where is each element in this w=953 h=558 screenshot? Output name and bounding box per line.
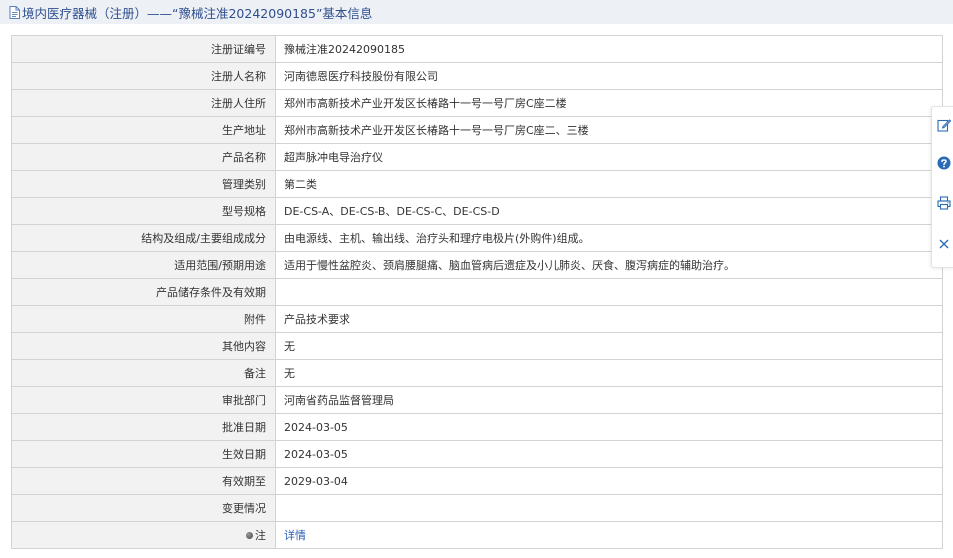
row-value: 郑州市高新技术产业开发区长椿路十一号一号厂房C座二、三楼 <box>275 116 943 144</box>
row-value <box>275 494 943 522</box>
row-label: 适用范围/预期用途 <box>11 251 276 279</box>
row-value <box>275 278 943 306</box>
table-row: 生产地址 郑州市高新技术产业开发区长椿路十一号一号厂房C座二、三楼 <box>11 116 943 144</box>
row-label: 产品储存条件及有效期 <box>11 278 276 306</box>
edit-button[interactable] <box>936 118 952 134</box>
page-header: 境内医疗器械（注册）——“豫械注准20242090185”基本信息 <box>0 0 953 24</box>
row-value: 无 <box>275 359 943 387</box>
row-label: 管理类别 <box>11 170 276 198</box>
help-icon <box>937 155 951 174</box>
row-label: 结构及组成/主要组成成分 <box>11 224 276 252</box>
note-label: 注 <box>255 529 266 542</box>
row-label: 型号规格 <box>11 197 276 225</box>
table-row: 生效日期 2024-03-05 <box>11 440 943 468</box>
row-label: 产品名称 <box>11 143 276 171</box>
row-value: 2024-03-05 <box>275 413 943 441</box>
row-label: 附件 <box>11 305 276 333</box>
table-row: 其他内容无 <box>11 332 943 360</box>
table-row: 注册人住所 郑州市高新技术产业开发区长椿路十一号一号厂房C座二楼 <box>11 89 943 117</box>
row-label: 有效期至 <box>11 467 276 495</box>
detail-table: 注册证编号 豫械注准20242090185 注册人名称 河南德恩医疗科技股份有限公司… <box>11 35 943 549</box>
table-row: 管理类别 第二类 <box>11 170 943 198</box>
row-value: DE-CS-A、DE-CS-B、DE-CS-C、DE-CS-D <box>275 197 943 225</box>
table-row: 审批部门 河南省药品监督管理局 <box>11 386 943 414</box>
table-row: 变更情况 <box>11 494 943 522</box>
details-link[interactable]: 详情 <box>284 529 306 542</box>
print-button[interactable] <box>936 195 952 214</box>
row-label: 备注 <box>11 359 276 387</box>
row-label: 注册人住所 <box>11 89 276 117</box>
row-value: 由电源线、主机、输出线、治疗头和理疗电极片(外购件)组成。 <box>275 224 943 252</box>
print-icon <box>937 195 951 214</box>
row-value: 河南省药品监督管理局 <box>275 386 943 414</box>
table-row: 产品储存条件及有效期 <box>11 278 943 306</box>
table-row: 备注无 <box>11 359 943 387</box>
table-row: 产品名称 超声脉冲电导治疗仪 <box>11 143 943 171</box>
row-value: 郑州市高新技术产业开发区长椿路十一号一号厂房C座二楼 <box>275 89 943 117</box>
table-row-note: 注 详情 <box>11 521 943 549</box>
row-label: 审批部门 <box>11 386 276 414</box>
note-label-cell: 注 <box>11 521 276 549</box>
table-row: 批准日期 2024-03-05 <box>11 413 943 441</box>
table-row: 注册人名称 河南德恩医疗科技股份有限公司 <box>11 62 943 90</box>
side-toolbar <box>931 106 953 268</box>
row-value: 2024-03-05 <box>275 440 943 468</box>
row-value: 第二类 <box>275 170 943 198</box>
help-button[interactable] <box>936 156 952 172</box>
edit-icon <box>937 117 952 136</box>
row-label: 批准日期 <box>11 413 276 441</box>
close-icon <box>938 235 950 254</box>
table-row: 适用范围/预期用途 适用于慢性盆腔炎、颈肩腰腿痛、脑血管病后遗症及小儿肺炎、厌食、… <box>11 251 943 279</box>
row-value: 超声脉冲电导治疗仪 <box>275 143 943 171</box>
row-label: 变更情况 <box>11 494 276 522</box>
row-label: 注册证编号 <box>11 35 276 63</box>
document-icon <box>9 5 20 19</box>
table-row: 有效期至 2029-03-04 <box>11 467 943 495</box>
row-value: 2029-03-04 <box>275 467 943 495</box>
page-title: 境内医疗器械（注册）——“豫械注准20242090185”基本信息 <box>22 5 373 21</box>
close-button[interactable] <box>936 236 952 252</box>
table-row: 结构及组成/主要组成成分 由电源线、主机、输出线、治疗头和理疗电极片(外购件)组成… <box>11 224 943 252</box>
note-value-cell: 详情 <box>275 521 943 549</box>
table-row: 注册证编号 豫械注准20242090185 <box>11 35 943 63</box>
table-row: 型号规格 DE-CS-A、DE-CS-B、DE-CS-C、DE-CS-D <box>11 197 943 225</box>
row-value: 豫械注准20242090185 <box>275 35 943 63</box>
row-value: 适用于慢性盆腔炎、颈肩腰腿痛、脑血管病后遗症及小儿肺炎、厌食、腹泻病症的辅助治疗… <box>275 251 943 279</box>
row-value: 河南德恩医疗科技股份有限公司 <box>275 62 943 90</box>
row-value: 无 <box>275 332 943 360</box>
row-label: 生产地址 <box>11 116 276 144</box>
row-label: 注册人名称 <box>11 62 276 90</box>
row-label: 其他内容 <box>11 332 276 360</box>
bullet-icon <box>246 531 253 539</box>
table-row: 附件 产品技术要求 <box>11 305 943 333</box>
row-value: 产品技术要求 <box>275 305 943 333</box>
row-label: 生效日期 <box>11 440 276 468</box>
